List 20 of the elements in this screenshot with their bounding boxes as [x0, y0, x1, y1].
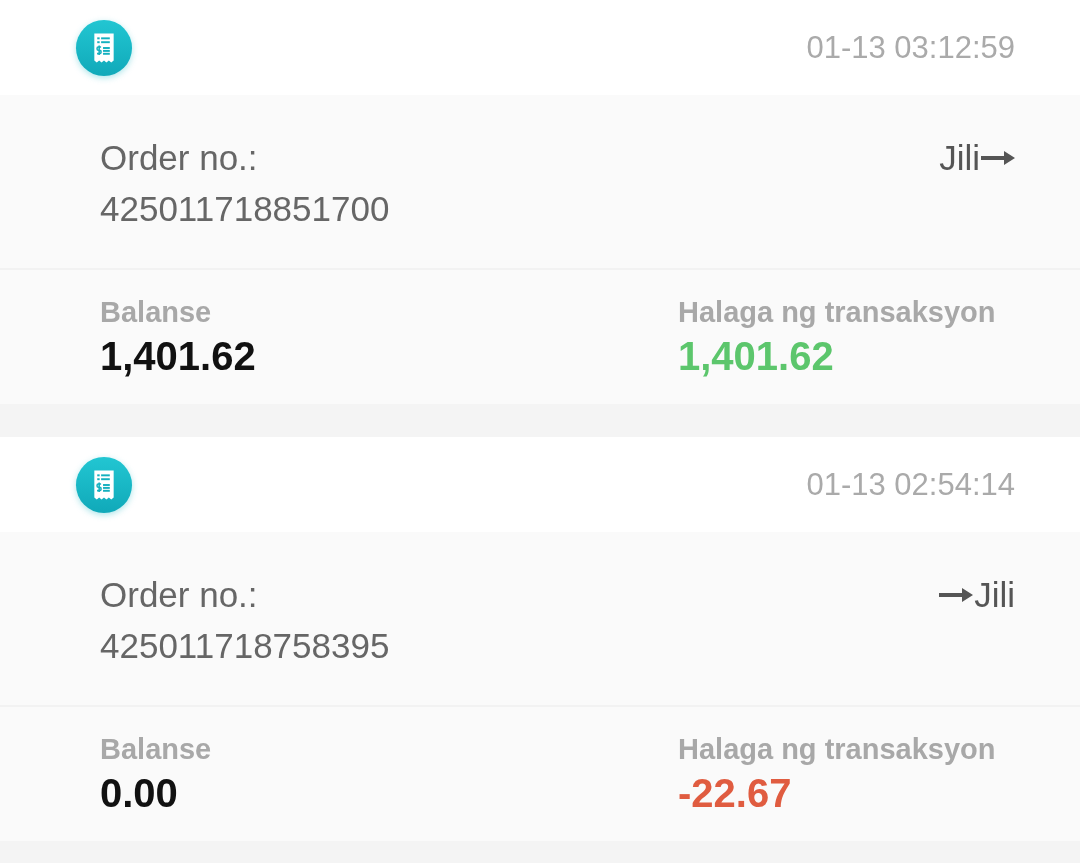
- balance-value: 1,401.62: [100, 333, 256, 380]
- right-arrow-icon: [939, 587, 974, 602]
- balance-label: Balanse: [100, 732, 212, 767]
- right-arrow-icon: [981, 150, 1015, 165]
- timestamp: 01-13 02:54:14: [806, 465, 1015, 504]
- amount-label: Halaga ng transaksyon: [678, 295, 996, 330]
- order-number: 425011718851700: [100, 188, 390, 230]
- balance-value: 0.00: [100, 770, 178, 817]
- balance-label: Balanse: [100, 295, 212, 330]
- receipt-icon: [75, 455, 133, 514]
- timestamp: 01-13 03:12:59: [806, 28, 1015, 67]
- order-number: 425011718758395: [100, 625, 390, 667]
- transfer-label: Jili: [974, 574, 1015, 616]
- order-label: Order no.:: [100, 137, 259, 179]
- order-label: Order no.:: [100, 574, 259, 616]
- receipt-icon: [75, 18, 133, 77]
- transfer-label: Jili: [939, 137, 980, 179]
- amount-label: Halaga ng transaksyon: [678, 732, 996, 767]
- amount-value: 1,401.62: [678, 333, 834, 380]
- amount-value: -22.67: [678, 770, 792, 817]
